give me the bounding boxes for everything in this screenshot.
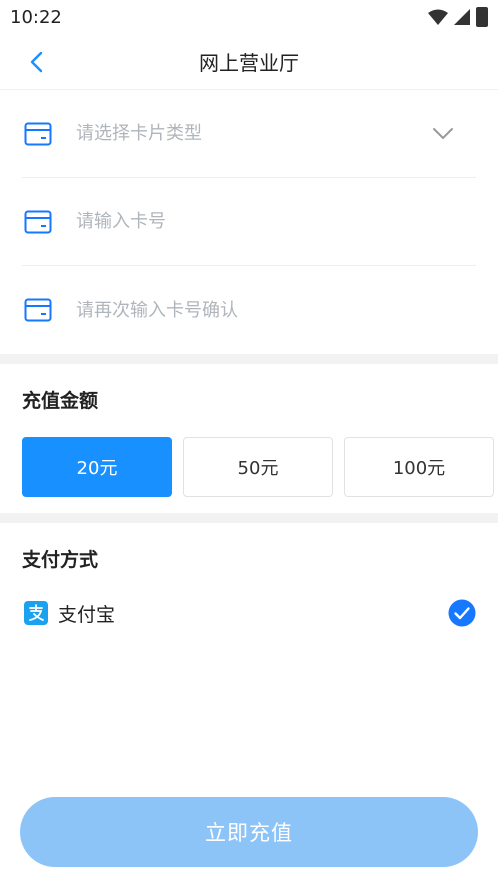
payment-option-alipay[interactable]: 支付宝 [0,572,498,636]
chevron-left-icon [30,51,43,73]
amount-option-50[interactable]: 50元 [183,437,333,497]
card-icon [24,122,52,145]
recharge-submit-button[interactable]: 立即充值 [20,797,478,867]
card-form [0,90,498,354]
status-bar: 10:22 [0,0,498,34]
payment-title: 支付方式 [22,549,99,571]
card-type-input[interactable] [76,123,432,144]
card-confirm-row [22,266,476,354]
card-icon [24,210,52,233]
check-circle-icon[interactable] [448,599,476,627]
amount-options: 20元 50元 100元 [0,413,498,513]
amount-option-20[interactable]: 20元 [22,437,172,497]
battery-icon [476,7,488,27]
card-type-select[interactable] [22,90,476,178]
payment-method-label: 支付宝 [58,603,116,626]
card-number-input[interactable] [76,211,476,232]
card-confirm-input[interactable] [76,299,476,321]
app-header: 网上营业厅 [0,34,498,90]
card-number-row [22,178,476,266]
section-divider [0,354,498,364]
status-time: 10:22 [10,6,62,28]
signal-icon [454,9,470,25]
section-divider [0,513,498,523]
back-button[interactable] [20,46,52,78]
status-icons [428,7,488,27]
wifi-icon [428,9,448,25]
alipay-icon [24,601,48,625]
card-icon [24,298,52,322]
recharge-title: 充值金额 [22,390,99,412]
chevron-down-icon[interactable] [432,127,454,141]
amount-option-100[interactable]: 100元 [344,437,494,497]
page-title: 网上营业厅 [199,51,299,75]
